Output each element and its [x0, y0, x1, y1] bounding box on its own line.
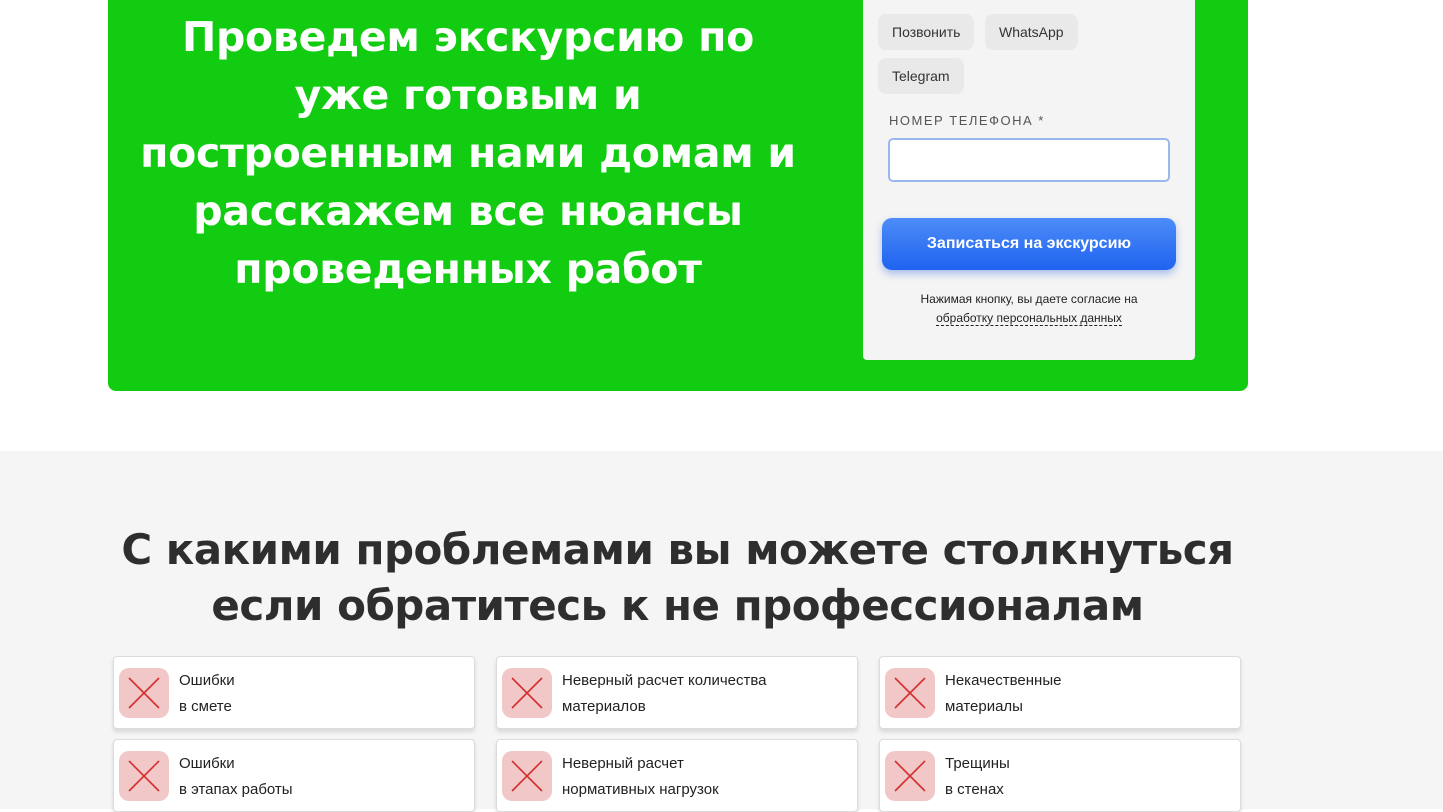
phone-label: Номер телефона * — [889, 113, 1045, 128]
problem-title: Неверный расчет количества — [562, 672, 767, 689]
consent-text: Нажимая кнопку, вы даете согласие на — [920, 292, 1138, 306]
problem-card: Ошибки в смете — [113, 656, 475, 729]
problem-text: Некачественные материалы — [945, 668, 1061, 720]
hero-title: Проведем экскурсию по уже готовым и пост… — [140, 13, 796, 293]
problems-title-line1: С какими проблемами вы можете столкнутьс… — [121, 525, 1234, 574]
problem-subtitle: материалы — [945, 698, 1023, 715]
problem-subtitle: материалов — [562, 698, 646, 715]
cross-icon — [885, 668, 935, 718]
problem-card: Неверный расчет количества материалов — [496, 656, 858, 729]
problem-title: Ошибки — [179, 755, 235, 772]
problem-card: Трещины в стенах — [879, 739, 1241, 812]
problem-title: Ошибки — [179, 672, 235, 689]
problem-text: Ошибки в этапах работы — [179, 751, 293, 803]
problems-title-line2: если обратитесь к не профессионалам — [211, 581, 1144, 630]
problem-card: Некачественные материалы — [879, 656, 1241, 729]
problem-card: Неверный расчет нормативных нагрузок — [496, 739, 858, 812]
book-excursion-button[interactable]: Записаться на экскурсию — [882, 218, 1176, 270]
cross-icon — [119, 668, 169, 718]
problem-title: Некачественные — [945, 672, 1062, 689]
cross-icon — [885, 751, 935, 801]
problems-title: С какими проблемами вы можете столкнутьс… — [0, 522, 1355, 634]
problem-text: Трещины в стенах — [945, 751, 1010, 803]
problem-title: Неверный расчет — [562, 755, 684, 772]
consent-note: Нажимая кнопку, вы даете согласие на обр… — [870, 290, 1188, 328]
problem-subtitle: нормативных нагрузок — [562, 781, 719, 798]
telegram-button[interactable]: Telegram — [878, 58, 964, 94]
problem-text: Неверный расчет нормативных нагрузок — [562, 751, 719, 803]
cross-icon — [119, 751, 169, 801]
cross-icon — [502, 751, 552, 801]
problem-subtitle: в смете — [179, 698, 232, 715]
whatsapp-button[interactable]: WhatsApp — [985, 14, 1078, 50]
phone-input[interactable] — [888, 138, 1170, 182]
call-button[interactable]: Позвонить — [878, 14, 975, 50]
problem-text: Ошибки в смете — [179, 668, 235, 720]
problem-subtitle: в этапах работы — [179, 781, 293, 798]
cross-icon — [502, 668, 552, 718]
problem-text: Неверный расчет количества материалов — [562, 668, 767, 720]
problem-subtitle: в стенах — [945, 781, 1004, 798]
problem-card: Ошибки в этапах работы — [113, 739, 475, 812]
privacy-policy-link[interactable]: обработку персональных данных — [936, 311, 1122, 326]
problem-title: Трещины — [945, 755, 1010, 772]
